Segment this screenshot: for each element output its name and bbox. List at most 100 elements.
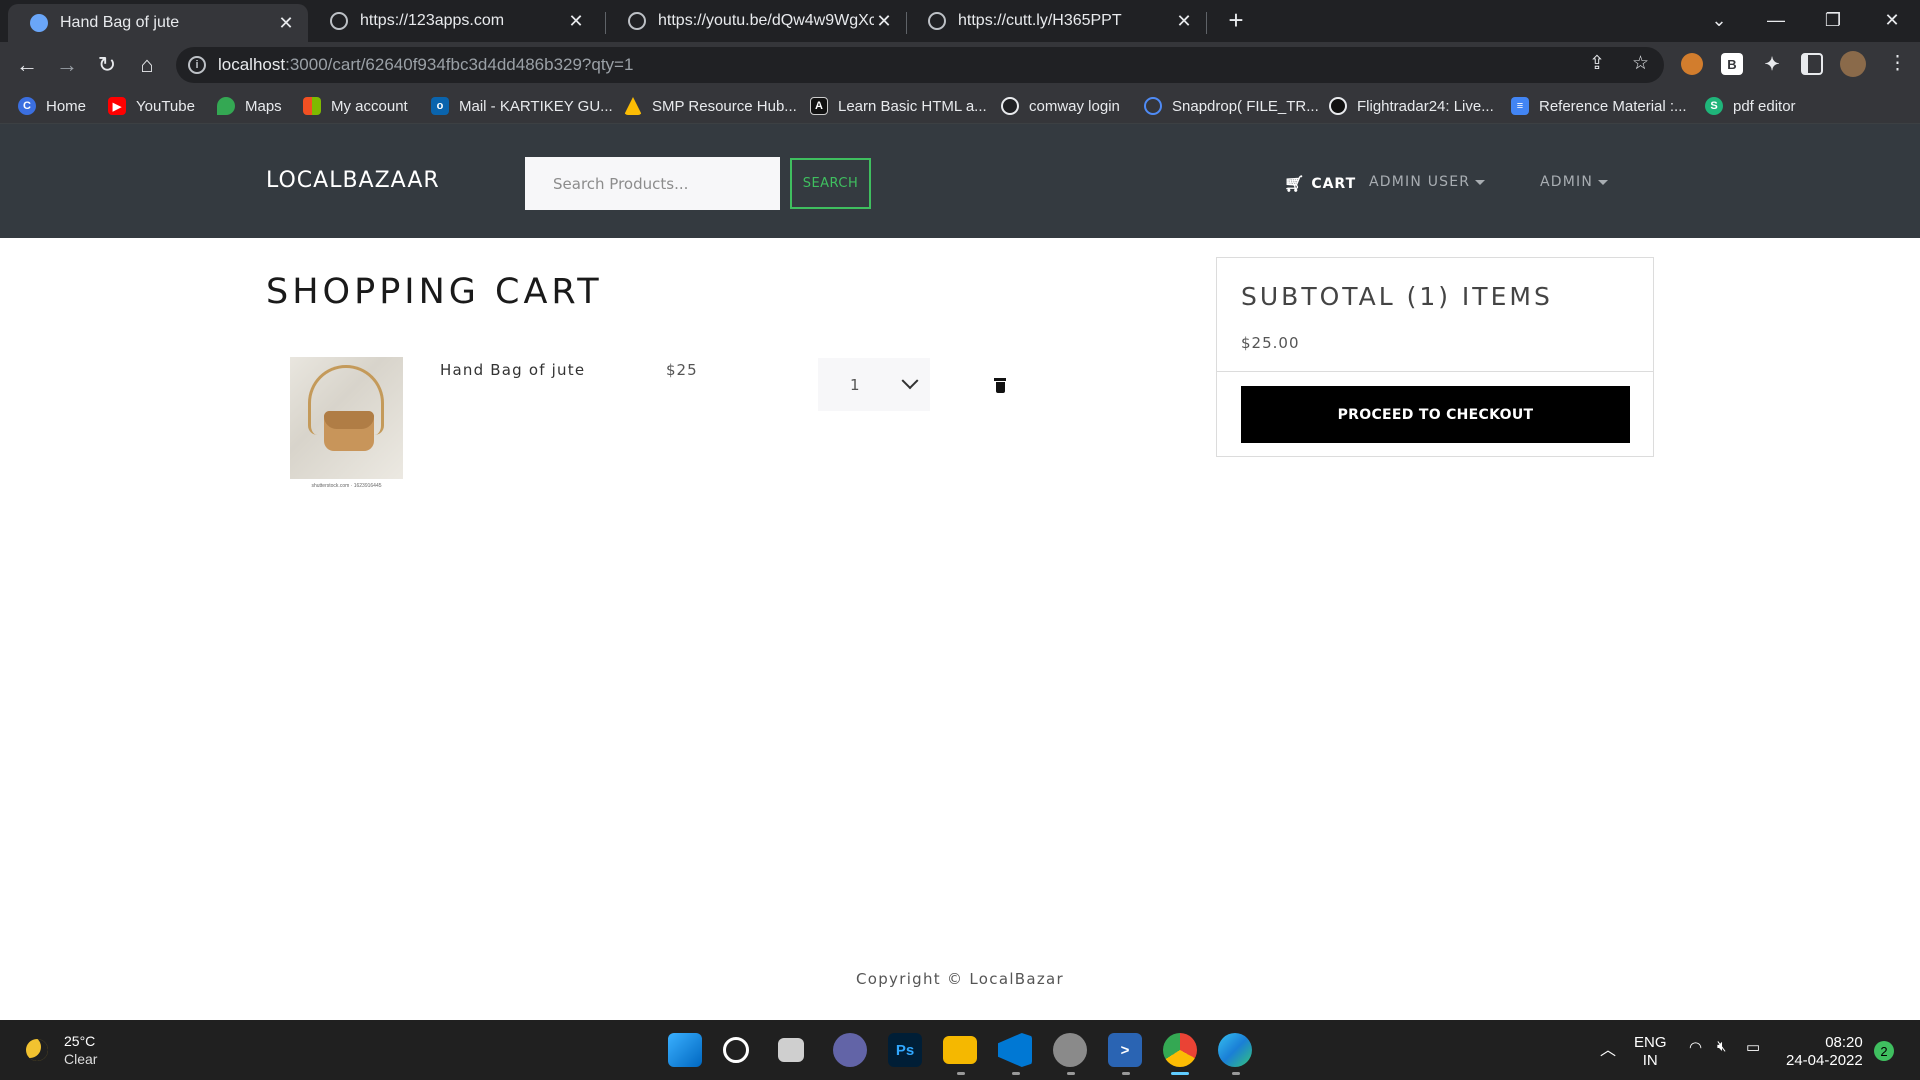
url-path: :3000/cart/62640f934fbc3d4dd486b329?qty=… [285, 55, 634, 74]
caret-down-icon [1475, 179, 1486, 185]
bookmarks-bar: C Home ▶ YouTube Maps My account o Mail - K… [0, 88, 1920, 124]
bookmark-learn-html[interactable]: A Learn Basic HTML a... [810, 95, 987, 117]
trash-can-shape [996, 382, 1005, 393]
tab-title: https://youtu.be/dQw4w9WgXcQ [658, 12, 874, 29]
chat-icon[interactable] [833, 1033, 867, 1067]
bookmark-home[interactable]: C Home [18, 95, 86, 117]
url-host: localhost [218, 55, 286, 74]
settings-gear-icon[interactable] [1053, 1033, 1087, 1067]
weather-widget[interactable]: 25°C Clear [26, 1032, 97, 1068]
bookmark-youtube[interactable]: ▶ YouTube [108, 95, 195, 117]
bookmark-label: My account [331, 97, 408, 115]
clock[interactable]: 08:20 24-04-2022 [1786, 1034, 1863, 1070]
search-icon[interactable] [723, 1037, 749, 1063]
bookmark-snapdrop[interactable]: Snapdrop( FILE_TR... [1144, 95, 1319, 117]
home-icon[interactable]: ⌂ [132, 50, 162, 80]
side-panel-icon[interactable] [1801, 53, 1823, 75]
weather-temperature: 25°C [64, 1033, 96, 1049]
bookmark-reference[interactable]: ≡ Reference Material :... [1511, 95, 1687, 117]
menu-kebab-icon[interactable]: ⋮ [1888, 52, 1907, 75]
bookmark-flightradar[interactable]: Flightradar24: Live... [1329, 95, 1494, 117]
microsoft-icon [303, 97, 321, 115]
file-explorer-icon[interactable] [943, 1036, 977, 1064]
bookmark-maps[interactable]: Maps [217, 95, 282, 117]
product-name-link[interactable]: Hand Bag of jute [440, 361, 585, 379]
globe-icon [1001, 97, 1019, 115]
proceed-to-checkout-button[interactable]: PROCEED TO CHECKOUT [1241, 386, 1630, 443]
close-tab-icon[interactable]: ✕ [276, 13, 296, 34]
site-info-icon[interactable]: i [188, 56, 206, 74]
notification-badge[interactable]: 2 [1874, 1041, 1894, 1061]
tab-title: Hand Bag of jute [60, 14, 180, 31]
user-dropdown[interactable]: ADMIN USER [1369, 174, 1486, 190]
profile-avatar[interactable] [1840, 51, 1866, 77]
share-icon[interactable]: ⇪ [1589, 52, 1605, 75]
new-tab-button[interactable]: + [1222, 6, 1250, 34]
vscode-icon[interactable] [998, 1033, 1032, 1067]
language-indicator[interactable]: ENG IN [1634, 1034, 1667, 1070]
region-code: IN [1642, 1052, 1658, 1069]
summary-divider [1217, 371, 1653, 372]
c-logo-icon: C [18, 97, 36, 115]
tab-cuttly[interactable]: https://cutt.ly/H365PPT ✕ [906, 0, 1206, 42]
footer-copyright: Copyright © LocalBazar [855, 970, 1065, 988]
task-view-icon[interactable] [778, 1038, 804, 1062]
address-bar[interactable]: i localhost:3000/cart/62640f934fbc3d4dd4… [176, 47, 1664, 83]
user-dropdown-label: ADMIN USER [1369, 174, 1471, 190]
bookmark-star-icon[interactable]: ☆ [1632, 52, 1649, 75]
battery-icon[interactable]: ▭ [1746, 1038, 1760, 1056]
bookmark-smp[interactable]: SMP Resource Hub... [624, 95, 797, 117]
tab-search-icon[interactable]: ⌄ [1697, 0, 1741, 40]
restore-icon[interactable]: ❐ [1811, 0, 1855, 40]
bookmark-comway[interactable]: comway login [1001, 95, 1120, 117]
running-indicator [1067, 1072, 1075, 1075]
cart-link-label: CART [1311, 175, 1357, 192]
minimize-icon[interactable]: — [1754, 0, 1798, 40]
close-tab-icon[interactable]: ✕ [874, 11, 894, 32]
bookmark-mail[interactable]: o Mail - KARTIKEY GU... [431, 95, 613, 117]
docs-icon: ≡ [1511, 97, 1529, 115]
drive-icon [624, 97, 642, 115]
trash-icon[interactable] [993, 377, 1009, 395]
active-indicator [1171, 1072, 1189, 1075]
running-indicator [957, 1072, 965, 1075]
volume-muted-icon[interactable]: 🔇︎ [1717, 1038, 1726, 1055]
cookie-extension-icon[interactable] [1681, 53, 1703, 75]
reload-icon[interactable]: ↻ [92, 50, 122, 80]
bookmark-label: SMP Resource Hub... [652, 97, 797, 115]
tab-separator [1206, 12, 1207, 34]
back-icon[interactable]: ← [12, 50, 42, 80]
close-window-icon[interactable]: ✕ [1870, 0, 1914, 40]
running-indicator [1232, 1072, 1240, 1075]
tab-youtube-link[interactable]: https://youtu.be/dQw4w9WgXcQ ✕ [606, 0, 906, 42]
photoshop-icon[interactable]: Ps [888, 1033, 922, 1067]
start-windows-icon[interactable] [668, 1033, 702, 1067]
bookmark-label: Learn Basic HTML a... [838, 97, 987, 115]
tab-hand-bag[interactable]: Hand Bag of jute ✕ [8, 4, 308, 42]
chrome-icon[interactable] [1163, 1033, 1197, 1067]
running-indicator [1012, 1072, 1020, 1075]
product-image[interactable]: shutterstock.com · 1623916445 [290, 357, 403, 489]
edge-icon[interactable] [1218, 1033, 1252, 1067]
cart-link[interactable]: 🛒︎ CART [1284, 174, 1356, 193]
close-tab-icon[interactable]: ✕ [1174, 11, 1194, 32]
close-tab-icon[interactable]: ✕ [566, 11, 586, 32]
bookmark-my-account[interactable]: My account [303, 95, 408, 117]
powershell-icon[interactable]: > [1108, 1033, 1142, 1067]
search-button[interactable]: SEARCH [790, 158, 871, 209]
quantity-select[interactable]: 1 [818, 358, 930, 411]
bookmark-label: comway login [1029, 97, 1120, 115]
chevron-down-icon [901, 371, 919, 389]
forward-icon[interactable]: → [52, 50, 82, 80]
chevron-up-icon[interactable]: ︿ [1600, 1036, 1616, 1060]
language-code: ENG [1634, 1034, 1667, 1051]
b-extension-icon[interactable]: B [1721, 53, 1743, 75]
tab-title: https://cutt.ly/H365PPT [958, 12, 1122, 29]
admin-dropdown[interactable]: ADMIN [1540, 174, 1609, 190]
bookmark-pdf-editor[interactable]: Spdf editor [1705, 95, 1796, 117]
brand-logo[interactable]: LOCALBAZAAR [266, 168, 440, 193]
search-input[interactable] [525, 157, 780, 210]
wifi-icon[interactable]: ◠ [1689, 1038, 1702, 1056]
tab-123apps[interactable]: https://123apps.com ✕ [308, 0, 598, 42]
extensions-puzzle-icon[interactable]: ✦ [1761, 53, 1783, 75]
